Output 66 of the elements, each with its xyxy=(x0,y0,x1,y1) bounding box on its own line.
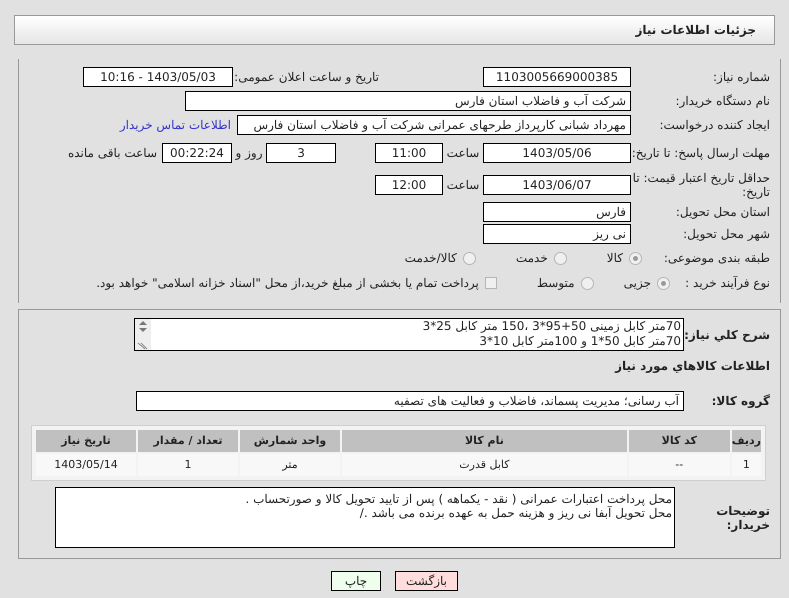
deadline-date-field: 1403/05/06 xyxy=(483,143,631,163)
remaining-time-field: 00:22:24 xyxy=(162,143,232,163)
page-title: جزئیات اطلاعات نیاز xyxy=(635,22,756,39)
buyer-contact-link[interactable]: اطلاعات تماس خریدار xyxy=(120,116,231,134)
radio-button[interactable] xyxy=(462,252,476,264)
province-field: فارس xyxy=(483,202,631,222)
table-cell: 1 xyxy=(138,454,238,476)
table-cell: 1 xyxy=(732,454,761,476)
goods-group-field: آب رسانی؛ مدیریت پسماند، فاضلاب و فعالیت های تصفیه xyxy=(136,391,684,411)
need-number-field: 1103005669000385 xyxy=(483,67,631,87)
table-cell: کابل قدرت xyxy=(342,454,627,476)
notes-line: محل پرداخت اعتبارات عمرانی ( نقد - یکماهه ) پس از تایید تحویل کالا و صورتحساب . xyxy=(245,492,672,506)
field-label: مهلت ارسال پاسخ: تا تاریخ: xyxy=(631,146,770,160)
payment-checkbox[interactable] xyxy=(484,277,497,289)
column-header: کد کالا xyxy=(628,430,730,452)
time-label: ساعت xyxy=(446,177,480,194)
validity-date-field: 1403/06/07 xyxy=(483,175,631,195)
scroll-arrows-icon xyxy=(135,319,151,350)
buyer-field: شرکت آب و فاضلاب استان فارس xyxy=(185,91,631,111)
goods-heading: اطلاعات کالاهاي مورد نیاز xyxy=(615,358,770,375)
announce-date-field: 1403/05/03 - 10:16 xyxy=(83,67,233,87)
field-label: توضیحات خریدار: xyxy=(715,504,770,532)
column-header: واحد شمارش xyxy=(240,430,340,452)
description-line: 70متر کابل 50*1 و 100متر کابل 10*3 xyxy=(479,334,681,349)
validity-time-field: 12:00 xyxy=(375,175,443,195)
buyer-notes-textarea[interactable]: محل پرداخت اعتبارات عمرانی ( نقد - یکماهه ) پس از تایید تحویل کالا و صورتحساب . محل تحویل آبفا نی ریز و هزینه حمل به عهده برنده می باشد ./ xyxy=(55,487,675,548)
field-label: استان محل تحویل: xyxy=(674,205,770,219)
deadline-time-field: 11:00 xyxy=(375,143,443,163)
back-button[interactable]: بازگشت xyxy=(395,571,458,591)
field-label: شهر محل تحویل: xyxy=(682,227,770,241)
payment-label: پرداخت تمام یا بخشی از مبلغ خرید،از محل "اسناد خزانه اسلامی" خواهد بود. xyxy=(96,275,479,292)
radio-label: جزیی xyxy=(624,275,651,292)
column-header: نام کالا xyxy=(342,430,627,452)
radio-label: متوسط xyxy=(536,275,575,292)
radio-label: خدمت xyxy=(516,250,548,267)
column-header: تاریخ نیاز xyxy=(36,430,136,452)
remaining-label: ساعت باقی مانده xyxy=(68,145,157,162)
field-label: نام دستگاه خریدار: xyxy=(674,94,770,108)
days-label: روز و xyxy=(234,145,264,162)
radio-button[interactable] xyxy=(580,276,594,290)
city-field: نی ریز xyxy=(483,224,631,244)
print-button[interactable]: چاپ xyxy=(331,571,381,591)
column-header: تعداد / مقدار xyxy=(138,430,238,452)
field-label: شماره نیاز: xyxy=(712,70,770,84)
description-textarea[interactable]: 70متر کابل زمینی 50+95*3 ،150 متر کابل 25*3 70متر کابل 50*1 و 100متر کابل 10*3 xyxy=(134,318,684,351)
table-cell: متر xyxy=(240,454,340,476)
days-field: 3 xyxy=(266,143,336,163)
radio-button[interactable] xyxy=(554,252,567,264)
radio-button[interactable] xyxy=(657,276,670,290)
creator-field: مهرداد شبانی کارپرداز طرحهای عمرانی شرکت آب و فاضلاب استان فارس xyxy=(237,115,631,135)
field-label: شرح کلي نیاز: xyxy=(684,327,770,342)
radio-label: کالا/خدمت xyxy=(404,250,457,267)
field-label: ایجاد کننده درخواست: xyxy=(658,118,770,132)
field-label: حداقل تاریخ اعتبار قیمت: تا تاریخ: xyxy=(632,171,770,199)
radio-button[interactable] xyxy=(629,252,642,264)
field-label: گروه کالا: xyxy=(710,394,770,408)
field-label: تاریخ و ساعت اعلان عمومی: xyxy=(233,70,379,84)
radio-label: کالا xyxy=(606,250,623,267)
time-label: ساعت xyxy=(446,145,480,162)
description-line: 70متر کابل زمینی 50+95*3 ،150 متر کابل 25*3 xyxy=(422,319,681,334)
table-cell: 1403/05/14 xyxy=(36,454,136,476)
field-label: طبقه بندی موضوعی: xyxy=(662,251,770,265)
field-label: نوع فرآیند خرید : xyxy=(684,276,770,290)
column-header: ردیف xyxy=(732,430,761,452)
table-cell: -- xyxy=(628,454,730,476)
notes-line: محل تحویل آبفا نی ریز و هزینه حمل به عهده برنده می باشد ./ xyxy=(360,506,672,520)
